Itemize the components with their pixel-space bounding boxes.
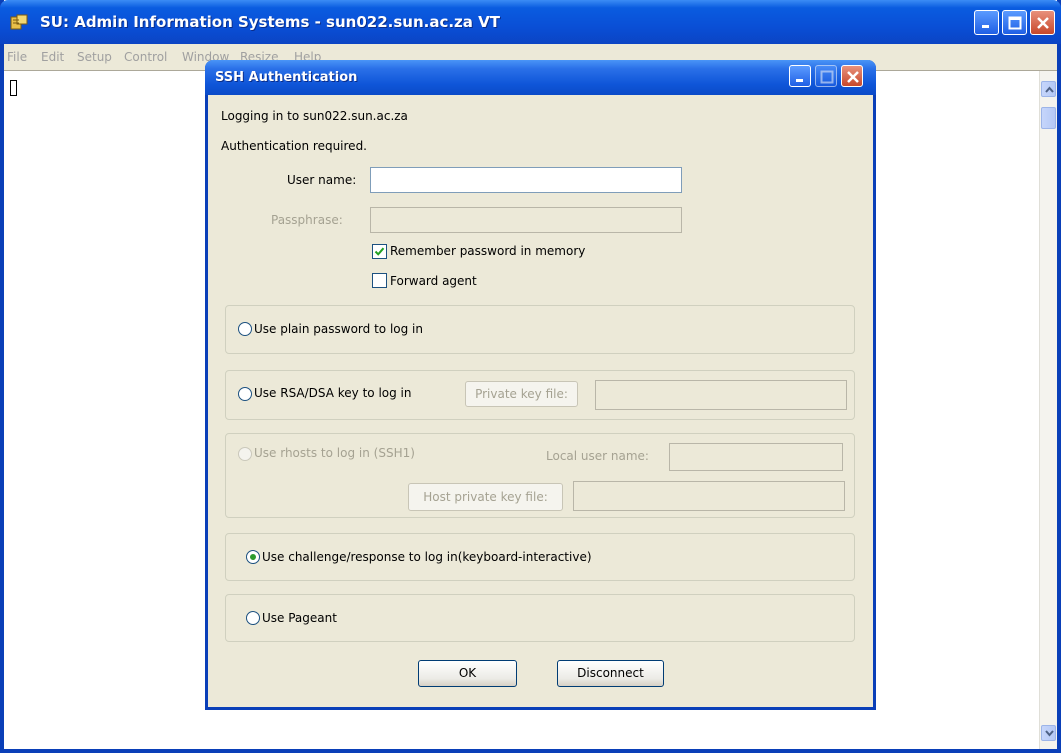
- chevron-down-icon: [1045, 730, 1054, 737]
- terminal-cursor: [10, 80, 17, 96]
- scroll-up-button[interactable]: [1041, 81, 1056, 97]
- close-icon: [1037, 17, 1049, 29]
- host-private-key-file-button: Host private key file:: [408, 483, 563, 511]
- pageant-group: Use Pageant: [225, 594, 855, 642]
- ok-button[interactable]: OK: [418, 660, 517, 687]
- plain-password-label[interactable]: Use plain password to log in: [254, 322, 423, 336]
- minimize-button[interactable]: [974, 10, 999, 35]
- remember-password-checkbox[interactable]: [372, 244, 387, 259]
- close-icon: [847, 71, 859, 83]
- minimize-icon: [982, 25, 989, 28]
- rhosts-radio: [238, 447, 252, 461]
- private-key-file-input: [595, 380, 847, 410]
- challenge-response-group: Use challenge/response to log in(keyboar…: [225, 533, 855, 581]
- radio-selected-dot: [250, 554, 256, 560]
- remember-password-label[interactable]: Remember password in memory: [390, 244, 585, 258]
- chevron-up-icon: [1045, 86, 1054, 93]
- auth-required-label: Authentication required.: [221, 139, 367, 153]
- main-window-title: SU: Admin Information Systems - sun022.s…: [40, 13, 500, 31]
- passphrase-input: [370, 207, 682, 233]
- plain-password-group: Use plain password to log in: [225, 305, 855, 354]
- maximize-icon: [1008, 16, 1022, 30]
- dialog-minimize-button[interactable]: [789, 65, 811, 87]
- menu-edit[interactable]: Edit: [41, 50, 64, 64]
- rhosts-group: Use rhosts to log in (SSH1) Local user n…: [225, 433, 855, 518]
- rsa-key-radio[interactable]: [238, 387, 252, 401]
- forward-agent-checkbox[interactable]: [372, 273, 387, 288]
- local-user-name-label: Local user name:: [546, 449, 649, 463]
- disconnect-button[interactable]: Disconnect: [557, 660, 664, 687]
- challenge-response-label[interactable]: Use challenge/response to log in(keyboar…: [262, 550, 592, 564]
- ssh-auth-dialog: SSH Authentication Logging in to sun022.…: [205, 60, 876, 710]
- maximize-icon: [820, 70, 834, 84]
- forward-agent-label[interactable]: Forward agent: [390, 274, 477, 288]
- close-button[interactable]: [1030, 10, 1055, 35]
- main-titlebar[interactable]: SU: Admin Information Systems - sun022.s…: [0, 0, 1061, 44]
- host-private-key-file-input: [573, 481, 845, 511]
- menu-file[interactable]: File: [7, 50, 27, 64]
- minimize-icon: [796, 79, 803, 82]
- passphrase-label: Passphrase:: [271, 213, 343, 227]
- scroll-thumb[interactable]: [1041, 107, 1056, 129]
- rsa-key-group: Use RSA/DSA key to log in Private key fi…: [225, 370, 855, 420]
- menu-control[interactable]: Control: [124, 50, 167, 64]
- pageant-radio[interactable]: [246, 611, 260, 625]
- pageant-label[interactable]: Use Pageant: [262, 611, 337, 625]
- username-label: User name:: [287, 173, 357, 187]
- rsa-key-label[interactable]: Use RSA/DSA key to log in: [254, 386, 412, 400]
- rhosts-label: Use rhosts to log in (SSH1): [254, 446, 415, 460]
- dialog-titlebar[interactable]: SSH Authentication: [205, 60, 876, 95]
- vertical-scrollbar[interactable]: [1039, 71, 1057, 749]
- private-key-file-button: Private key file:: [465, 381, 578, 407]
- scroll-down-button[interactable]: [1041, 725, 1056, 741]
- menu-setup[interactable]: Setup: [77, 50, 112, 64]
- dialog-title: SSH Authentication: [215, 70, 358, 85]
- logging-in-label: Logging in to sun022.sun.ac.za: [221, 109, 408, 123]
- local-user-name-input: [669, 443, 843, 471]
- username-input[interactable]: [370, 167, 682, 193]
- maximize-button[interactable]: [1002, 10, 1027, 35]
- checkmark-icon: [374, 247, 385, 256]
- dialog-close-button[interactable]: [841, 65, 863, 87]
- teraterm-app-icon[interactable]: [10, 14, 28, 30]
- challenge-response-radio[interactable]: [246, 550, 260, 564]
- plain-password-radio[interactable]: [238, 322, 252, 336]
- dialog-maximize-button: [815, 65, 837, 87]
